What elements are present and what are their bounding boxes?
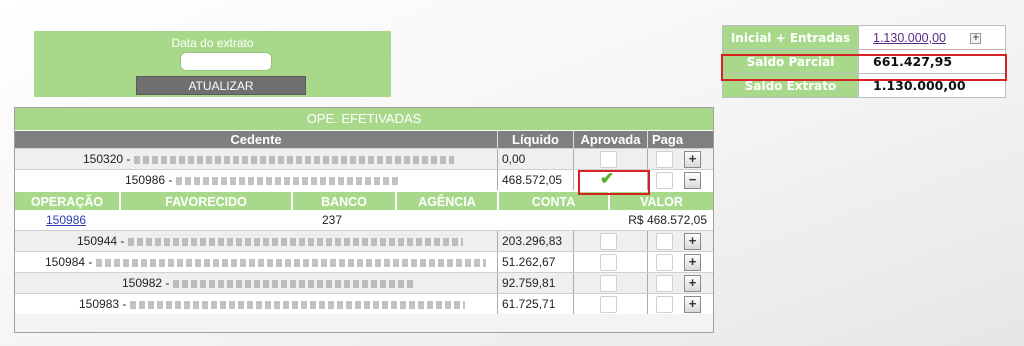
approved-checkbox[interactable] [600,275,617,292]
row-code: 150982 - [122,276,170,290]
redacted-name [96,258,487,267]
row-liquido: 51.262,67 [498,252,574,272]
col-cedente: Cedente [15,131,498,148]
row-code: 150986 - [125,173,173,187]
col-operacao: OPERAÇÃO [15,192,121,210]
redacted-name [130,300,466,309]
redacted-name [176,176,402,185]
row-code: 150984 - [45,255,93,269]
redacted-name [128,237,464,246]
col-aprovada: Aprovada [574,131,648,148]
approved-checkbox[interactable] [600,151,617,168]
row-liquido: 92.759,81 [498,273,574,293]
detail-banco: 237 [322,213,343,227]
row-code: 150983 - [79,297,127,311]
ops-efetivadas-panel: OPE. EFETIVADAS Cedente Líquido Aprovada… [14,107,714,333]
detail-agencia [397,210,499,230]
date-panel: Data do extrato ATUALIZAR [34,31,391,97]
paid-checkbox[interactable] [656,151,673,168]
row-code: 150944 - [77,234,125,248]
table-row: 150320 - 0,00 + [15,148,713,169]
approved-checkbox[interactable] [600,233,617,250]
row-liquido: 203.296,83 [498,231,574,251]
expand-icon[interactable]: + [684,275,701,292]
redacted-name [173,279,414,288]
table-row: 150944 - 203.296,83 + [15,230,713,251]
col-agencia: AGÊNCIA [397,192,499,210]
row-code: 150320 - [83,152,131,166]
table-row: 150982 - 92.759,81 + [15,272,713,293]
table-row: 150984 - 51.262,67 + [15,251,713,272]
col-banco: BANCO [293,192,397,210]
date-input[interactable] [180,52,272,71]
summary-label-inicial: Inicial + Entradas [722,25,859,50]
paid-checkbox[interactable] [656,296,673,313]
detail-conta [499,210,610,230]
detail-valor: R$ 468.572,05 [628,213,707,227]
col-favorecido: FAVORECIDO [121,192,293,210]
paid-checkbox[interactable] [656,275,673,292]
col-paga: Paga [652,132,684,147]
paid-checkbox[interactable] [656,233,673,250]
highlight-box-saldo-parcial [721,54,1007,81]
refresh-button[interactable]: ATUALIZAR [136,76,306,95]
inicial-entradas-link[interactable]: 1.130.000,00 [873,31,946,45]
paid-checkbox[interactable] [656,172,673,189]
expand-icon[interactable]: + [970,33,982,44]
detail-favorecido [121,210,293,230]
approved-checkbox[interactable] [600,296,617,313]
redacted-name [134,155,455,164]
highlight-box-approved [578,170,650,195]
row-liquido: 468.572,05 [498,170,574,190]
operation-link[interactable]: 150986 [46,213,86,227]
detail-row: 150986 237 R$ 468.572,05 [15,210,713,230]
expand-icon[interactable]: + [684,296,701,313]
expand-icon[interactable]: + [684,233,701,250]
summary-row-inicial: Inicial + Entradas 1.130.000,00 + [722,25,1006,50]
col-liquido: Líquido [498,131,574,148]
ops-title: OPE. EFETIVADAS [15,108,713,130]
expand-icon[interactable]: + [684,151,701,168]
paid-checkbox[interactable] [656,254,673,271]
row-liquido: 0,00 [498,149,574,169]
collapse-icon[interactable]: − [684,172,701,189]
expand-icon[interactable]: + [684,254,701,271]
row-liquido: 61.725,71 [498,294,574,314]
ops-header: Cedente Líquido Aprovada Paga [15,130,713,148]
approved-checkbox[interactable] [600,254,617,271]
date-label: Data do extrato [171,36,254,50]
table-row: 150983 - 61.725,71 + [15,293,713,314]
